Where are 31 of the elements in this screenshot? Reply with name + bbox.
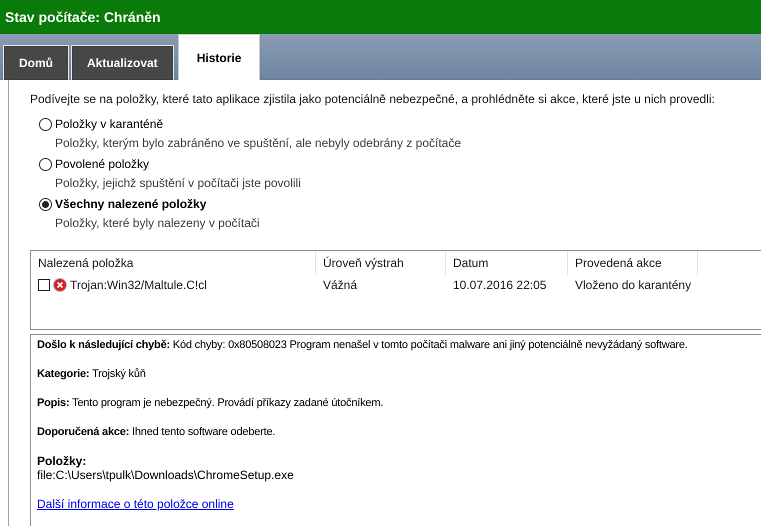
- radio-label: Všechny nalezené položky: [55, 196, 206, 213]
- column-header[interactable]: Úroveň výstrah: [316, 251, 446, 275]
- detail-paragraph: Popis: Tento program je nebezpečný. Provádí příkazy zadané útočníkem.: [37, 396, 384, 410]
- radio-button[interactable]: [39, 158, 52, 170]
- column-header[interactable]: Nalezená položka: [31, 251, 316, 275]
- tab[interactable]: Historie: [178, 34, 260, 80]
- table-cell-text: 10.07.2016 22:05: [453, 277, 546, 294]
- radio-description: Položky, jejichž spuštění v počítači jste povolili: [55, 175, 302, 192]
- table-cell-text: Vážná: [323, 277, 358, 294]
- row-checkbox[interactable]: [38, 279, 50, 291]
- radio-label: Povolené položky: [55, 156, 150, 173]
- radio-label: Položky v karanténě: [55, 116, 164, 133]
- table-cell-text: Vloženo do karantény: [575, 277, 692, 294]
- window-title: Stav počítače: Chráněn: [5, 8, 161, 27]
- more-info-link[interactable]: Další informace o této položce online: [37, 497, 234, 511]
- detail-paragraph: Došlo k následující chybě: Kód chyby: 0x80508023 Program nenašel v tomto počítači malware ani jiný potenciálně nevyžádaný software.: [37, 338, 689, 352]
- column-header[interactable]: Provedená akce: [568, 251, 698, 275]
- error-icon: [53, 278, 67, 292]
- items-label: Položky:: [37, 454, 88, 468]
- tab[interactable]: Aktualizovat: [71, 45, 174, 80]
- table-cell-text: Trojan:Win32/Maltule.C!cl: [70, 277, 207, 294]
- radio-description: Položky, které byly nalezeny v počítači: [55, 215, 261, 232]
- intro-text: Podívejte se na položky, které tato aplikace zjistila jako potenciálně nebezpečné, a prohlédněte si akce, které jste u nich provedli:: [30, 91, 716, 108]
- tab[interactable]: Domů: [3, 45, 69, 80]
- radio-button[interactable]: [39, 198, 52, 210]
- detail-paragraph: Doporučená akce: Ihned tento software odeberte.: [37, 425, 276, 439]
- radio-button[interactable]: [39, 118, 52, 130]
- detail-paragraph: Kategorie: Trojský kůň: [37, 367, 147, 381]
- file-path: file:C:\Users\tpulk\Downloads\ChromeSetup.exe: [37, 468, 295, 482]
- column-header[interactable]: Datum: [446, 251, 568, 275]
- radio-description: Položky, kterým bylo zabráněno ve spuštění, ale nebyly odebrány z počítače: [55, 135, 462, 152]
